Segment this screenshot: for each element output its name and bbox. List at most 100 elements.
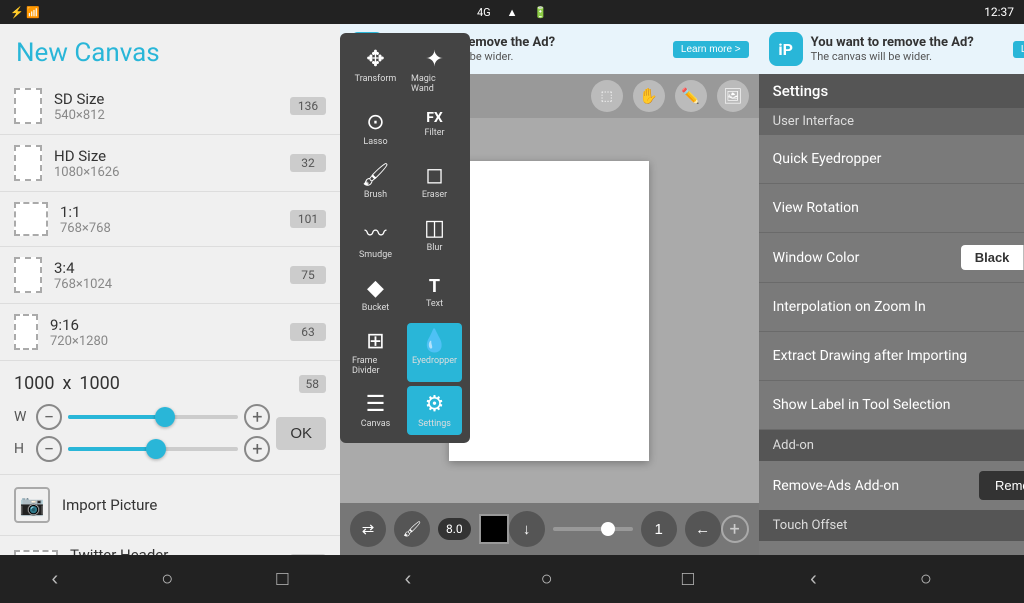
recents-button-2[interactable]: □ (666, 560, 710, 599)
item-info: HD Size 1080×1626 (54, 147, 278, 180)
list-item[interactable]: SD Size 540×812 136 (0, 78, 340, 135)
size-thumbnail (14, 88, 42, 124)
android-icons: ⚡ 📶 (10, 6, 40, 19)
addon-section-header: Add-on (759, 430, 1024, 461)
status-right: 12:37 (984, 5, 1014, 19)
tool-settings[interactable]: ⚙ Settings (407, 386, 462, 435)
tool-magic-wand[interactable]: ✦ Magic Wand (407, 41, 462, 100)
home-button-2[interactable]: ○ (525, 560, 569, 599)
add-button[interactable]: + (721, 515, 749, 543)
item-badge: 63 (290, 323, 326, 341)
home-button-3[interactable]: ○ (904, 560, 948, 599)
settings-ad-title: You want to remove the Ad? (811, 35, 1005, 50)
recents-button-3[interactable]: □ (1019, 560, 1024, 599)
settings-content: Settings User Interface Quick Eyedropper… (759, 74, 1024, 555)
brush-button[interactable]: 🖌 (394, 511, 430, 547)
tool-transform[interactable]: ✥ Transform (348, 41, 403, 100)
window-color-label: Window Color (773, 250, 953, 266)
status-bar: ⚡ 📶 4G ▲ 🔋 12:37 (0, 0, 1024, 24)
touch-offset-area (759, 541, 1024, 555)
filter-icon: FX (426, 110, 443, 126)
ad-banner-settings: iP You want to remove the Ad? The canvas… (759, 24, 1024, 74)
drawing-canvas-area[interactable]: ✥ Transform ✦ Magic Wand ⊙ Lasso FX Filt… (340, 118, 759, 503)
canvas-icon: ☰ (366, 392, 386, 417)
tool-filter[interactable]: FX Filter (407, 104, 462, 153)
frame-divider-icon: ⊞ (366, 329, 384, 354)
list-item[interactable]: HD Size 1080×1626 32 (0, 135, 340, 192)
eyedropper-icon: 💧 (421, 329, 448, 354)
width-slider[interactable] (68, 415, 238, 419)
item-size: 540×812 (54, 108, 278, 123)
tool-eyedropper[interactable]: 💧 Eyedropper (407, 323, 462, 382)
layers-button[interactable]: 1 (641, 511, 677, 547)
item-info: 3:4 768×1024 (54, 259, 278, 292)
twitter-header-item[interactable]: Twitter Header 1500×500 79 (0, 536, 340, 555)
bottom-right: + (721, 515, 749, 543)
recents-button[interactable]: □ (260, 560, 304, 599)
zoom-slider[interactable] (553, 527, 633, 531)
tool-canvas[interactable]: ☰ Canvas (348, 386, 403, 435)
settings-ad-text: You want to remove the Ad? The canvas wi… (811, 35, 1005, 63)
home-button[interactable]: ○ (145, 560, 189, 599)
zoom-thumb[interactable] (601, 522, 615, 536)
import-label: Import Picture (62, 496, 157, 514)
twitter-info: Twitter Header 1500×500 (70, 546, 278, 555)
width-increase-button[interactable]: + (244, 404, 270, 430)
tool-bucket[interactable]: ◆ Bucket (348, 270, 403, 319)
list-item[interactable]: 9:16 720×1280 63 (0, 304, 340, 361)
image-icon[interactable]: 🖼 (717, 80, 749, 112)
item-name: 3:4 (54, 259, 278, 277)
height-slider-thumb[interactable] (146, 439, 166, 459)
ok-button[interactable]: OK (276, 417, 326, 450)
item-badge: 101 (290, 210, 326, 228)
hand-icon[interactable]: ✋ (633, 80, 665, 112)
ad-learn-button[interactable]: Learn more > (673, 41, 749, 58)
tool-brush-label: Brush (364, 190, 387, 200)
back-button-3[interactable]: ‹ (794, 560, 833, 599)
drawing-panel: iP You want to remove the Ad? The canvas… (340, 24, 759, 603)
eraser-icon: ◻ (425, 163, 443, 188)
item-size: 768×768 (60, 221, 278, 236)
tool-eraser[interactable]: ◻ Eraser (407, 157, 462, 206)
touch-offset-header: Touch Offset (759, 510, 1024, 541)
show-label-row: Show Label in Tool Selection (759, 381, 1024, 430)
height-increase-button[interactable]: + (244, 436, 270, 462)
back-button[interactable]: ‹ (36, 560, 75, 599)
custom-width: 1000 (14, 373, 54, 394)
tool-brush[interactable]: 🖌 Brush (348, 157, 403, 206)
tool-lasso[interactable]: ⊙ Lasso (348, 104, 403, 153)
size-thumbnail (14, 314, 38, 350)
interpolation-row: Interpolation on Zoom In (759, 283, 1024, 332)
remove-ads-button[interactable]: Remove Ads (979, 471, 1024, 500)
height-slider[interactable] (68, 447, 238, 451)
panel3-nav: ‹ ○ □ (759, 555, 1024, 603)
tool-blur[interactable]: ◫ Blur (407, 210, 462, 266)
item-badge: 75 (290, 266, 326, 284)
width-slider-thumb[interactable] (155, 407, 175, 427)
brush-size-display[interactable]: 8.0 (438, 518, 471, 540)
width-decrease-button[interactable]: − (36, 404, 62, 430)
height-ctrl-inner: H − + (14, 436, 270, 462)
tool-switcher-button[interactable]: ⇄ (350, 511, 386, 547)
tool-frame-divider[interactable]: ⊞ Frame Divider (348, 323, 403, 382)
back-arrow-button[interactable]: ← (685, 511, 721, 547)
settings-panel: iP You want to remove the Ad? The canvas… (759, 24, 1024, 603)
canvas-panel-title: New Canvas (16, 38, 324, 68)
tool-smudge[interactable]: 〰 Smudge (348, 210, 403, 266)
color-swatch[interactable] (479, 514, 509, 544)
settings-ad-learn-button[interactable]: Learn more > (1013, 41, 1024, 58)
selection-icon[interactable]: ⬚ (591, 80, 623, 112)
list-item[interactable]: 1:1 768×768 101 (0, 192, 340, 247)
main-panels: New Canvas SD Size 540×812 136 HD Size 1… (0, 24, 1024, 603)
back-button-2[interactable]: ‹ (389, 560, 428, 599)
clock: 12:37 (984, 5, 1014, 19)
brush-icon: 🖌 (362, 163, 390, 188)
download-button[interactable]: ↓ (509, 511, 545, 547)
tool-text[interactable]: T Text (407, 270, 462, 319)
import-picture-item[interactable]: 📷 Import Picture (0, 475, 340, 536)
height-decrease-button[interactable]: − (36, 436, 62, 462)
pen-icon[interactable]: ✏️ (675, 80, 707, 112)
window-color-black-button[interactable]: Black (961, 245, 1024, 270)
list-item[interactable]: 3:4 768×1024 75 (0, 247, 340, 304)
canvas-surface[interactable] (449, 161, 649, 461)
